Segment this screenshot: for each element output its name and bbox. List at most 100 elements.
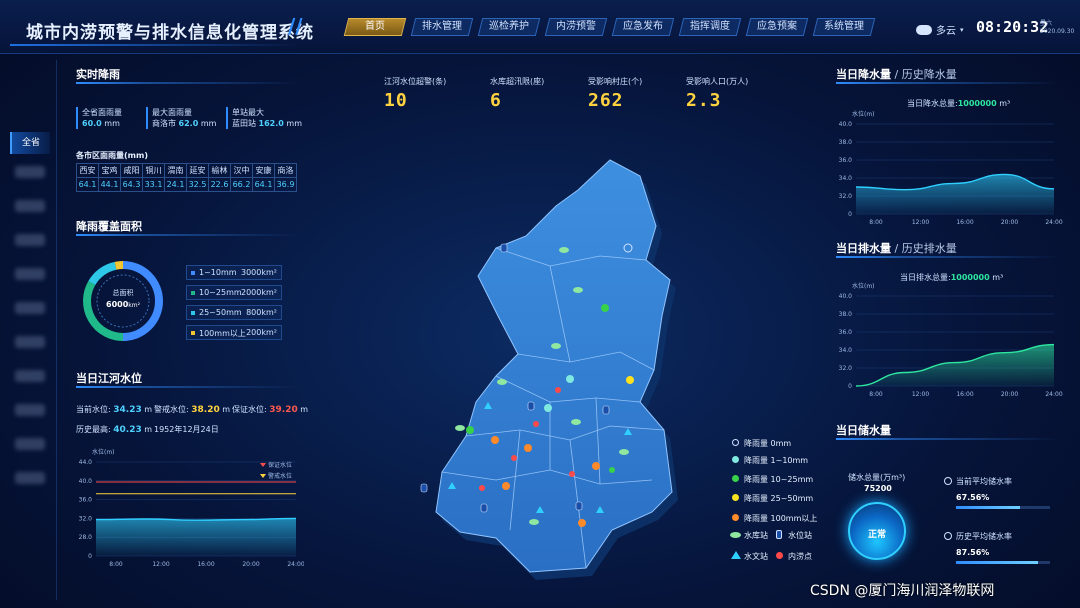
y-tick-label: 38.0 bbox=[839, 311, 853, 318]
sidebar-item-blurred[interactable] bbox=[10, 234, 50, 256]
city-value-cell: 66.2 bbox=[230, 177, 253, 192]
kpi-label: 水库超汛限(座) bbox=[490, 77, 545, 86]
river-level-chart: 水位(m) 44.0 40.0 36.0 32.0 28.0 0 8:00 12:00 16:00… bbox=[79, 448, 304, 568]
value: 34.23 bbox=[113, 405, 142, 415]
nav-item-system[interactable]: 系统管理 bbox=[812, 18, 876, 36]
legend-swatch bbox=[191, 271, 195, 275]
nav-item-warning[interactable]: 内涝预警 bbox=[544, 18, 608, 36]
blurred-label bbox=[15, 200, 45, 212]
stat-single-station-max: 单站最大 蓝田站 162.0 mm bbox=[226, 107, 302, 129]
nav-item-inspection[interactable]: 巡检养护 bbox=[477, 18, 541, 36]
blurred-label bbox=[15, 166, 45, 178]
stat-unit: mm bbox=[104, 119, 120, 128]
rain-point-100mm bbox=[592, 462, 600, 470]
nav-item-drainage[interactable]: 排水管理 bbox=[410, 18, 474, 36]
stat-unit: mm bbox=[286, 119, 302, 128]
stat-value: 62.0 bbox=[178, 119, 199, 128]
coverage-legend-item: 25~50mm 800km² bbox=[186, 305, 282, 320]
nav-label: 应急发布 bbox=[623, 21, 663, 32]
legend-warning-icon bbox=[260, 474, 266, 478]
y-tick-label: 28.0 bbox=[79, 534, 93, 541]
blurred-label bbox=[15, 370, 45, 382]
rain-point-100mm bbox=[502, 482, 510, 490]
y-tick-label: 32.0 bbox=[79, 515, 93, 522]
rain-point-1-10mm bbox=[544, 404, 552, 412]
city-rain-table: 西安 宝鸡 咸阳 铜川 渭南 延安 榆林 汉中 安康 商洛 64.1 44.1 64.3 33.1 24.… bbox=[76, 163, 297, 192]
city-name-cell: 安康 bbox=[252, 163, 275, 178]
city-name-cell: 汉中 bbox=[230, 163, 253, 178]
y-tick-label: 40.0 bbox=[79, 478, 93, 485]
nav-label: 系统管理 bbox=[824, 21, 864, 32]
y-tick-label: 0 bbox=[848, 211, 852, 218]
city-name-cell: 西安 bbox=[76, 163, 99, 178]
current-storage-value: 67.56% bbox=[956, 493, 990, 502]
weather-widget[interactable]: 多云 ▾ bbox=[916, 22, 964, 37]
legend-swatch bbox=[191, 331, 195, 335]
section-underline bbox=[836, 438, 1060, 440]
x-tick-label: 20:00 bbox=[1001, 219, 1018, 226]
title-history-tab[interactable]: / 历史排水量 bbox=[891, 242, 956, 255]
legend-25-50mm-icon bbox=[732, 494, 739, 501]
map-shape[interactable] bbox=[435, 159, 673, 573]
history-storage-value: 87.56% bbox=[956, 548, 990, 557]
sidebar-item-province[interactable]: 全省 bbox=[10, 132, 50, 154]
x-tick-label: 20:00 bbox=[1001, 391, 1018, 398]
sidebar-item-blurred[interactable] bbox=[10, 200, 50, 222]
blurred-label bbox=[15, 234, 45, 246]
city-table-title: 各市区面雨量(mm) bbox=[76, 151, 148, 160]
title-history-tab[interactable]: / 历史降水量 bbox=[891, 68, 956, 81]
province-map[interactable] bbox=[400, 140, 720, 580]
label: 警戒水位: bbox=[154, 405, 189, 414]
area-fill bbox=[96, 518, 296, 556]
city-name-cell: 咸阳 bbox=[120, 163, 143, 178]
section-title-drainage: 当日排水量 / 历史排水量 bbox=[836, 240, 957, 256]
section-title-coverage: 降雨覆盖面积 bbox=[76, 220, 142, 233]
y-tick-label: 36.0 bbox=[839, 329, 853, 336]
rain-point-25-50mm bbox=[626, 376, 634, 384]
sidebar-item-blurred[interactable] bbox=[10, 336, 50, 358]
x-tick-label: 24:00 bbox=[1045, 219, 1062, 226]
map-legend-label: 降雨量 1~10mm bbox=[744, 456, 809, 465]
sidebar-item-blurred[interactable] bbox=[10, 166, 50, 188]
sidebar-item-blurred[interactable] bbox=[10, 404, 50, 426]
rain-point-10-25mm bbox=[466, 426, 474, 434]
radio-icon[interactable] bbox=[944, 477, 952, 485]
nav-item-plan[interactable]: 应急预案 bbox=[745, 18, 809, 36]
y-tick-label: 34.0 bbox=[839, 347, 853, 354]
nav-item-publish[interactable]: 应急发布 bbox=[611, 18, 675, 36]
city-value-cell: 32.5 bbox=[186, 177, 209, 192]
sidebar-item-blurred[interactable] bbox=[10, 370, 50, 392]
x-tick-label: 24:00 bbox=[287, 561, 304, 568]
nav-label: 应急预案 bbox=[757, 21, 797, 32]
kpi-value: 262 bbox=[588, 90, 624, 111]
sidebar-item-blurred[interactable] bbox=[10, 268, 50, 290]
map-legend-label: 水位站 bbox=[788, 531, 812, 540]
blurred-label bbox=[15, 268, 45, 280]
donut-slice[interactable] bbox=[88, 261, 117, 286]
city-value-cell: 64.1 bbox=[76, 177, 99, 192]
nav-item-dispatch[interactable]: 指挥调度 bbox=[678, 18, 742, 36]
y-tick-label: 36.0 bbox=[79, 497, 93, 504]
drainage-chart: 水位(m) 40.0 38.0 36.0 34.0 32.0 0 8:00 12:00 16:00… bbox=[839, 282, 1063, 398]
sidebar-item-blurred[interactable] bbox=[10, 472, 50, 494]
current-storage-progress bbox=[956, 506, 1050, 509]
nav-label: 排水管理 bbox=[422, 21, 462, 32]
warning-water-level: 警戒水位: 38.20 m bbox=[154, 404, 230, 415]
unit: m bbox=[300, 405, 309, 414]
sidebar-item-blurred[interactable] bbox=[10, 438, 50, 460]
y-axis-label: 水位(m) bbox=[92, 448, 115, 456]
donut-slice[interactable] bbox=[114, 261, 124, 270]
nav-item-home[interactable]: 首页 bbox=[343, 18, 407, 36]
stat-value: 162.0 bbox=[258, 119, 284, 128]
stat-place: 蓝田站 bbox=[232, 119, 256, 128]
city-value-cell: 36.9 bbox=[274, 177, 297, 192]
rain-point-100mm bbox=[524, 444, 532, 452]
legend-label: 100mm以上 bbox=[199, 329, 246, 338]
sidebar-item-blurred[interactable] bbox=[10, 302, 50, 324]
city-value-cell: 64.1 bbox=[252, 177, 275, 192]
city-value-cell: 64.3 bbox=[120, 177, 143, 192]
record-date: 1952年12月24日 bbox=[154, 425, 219, 434]
city-name-cell: 渭南 bbox=[164, 163, 187, 178]
radio-icon[interactable] bbox=[944, 532, 952, 540]
x-tick-label: 12:00 bbox=[152, 561, 169, 568]
